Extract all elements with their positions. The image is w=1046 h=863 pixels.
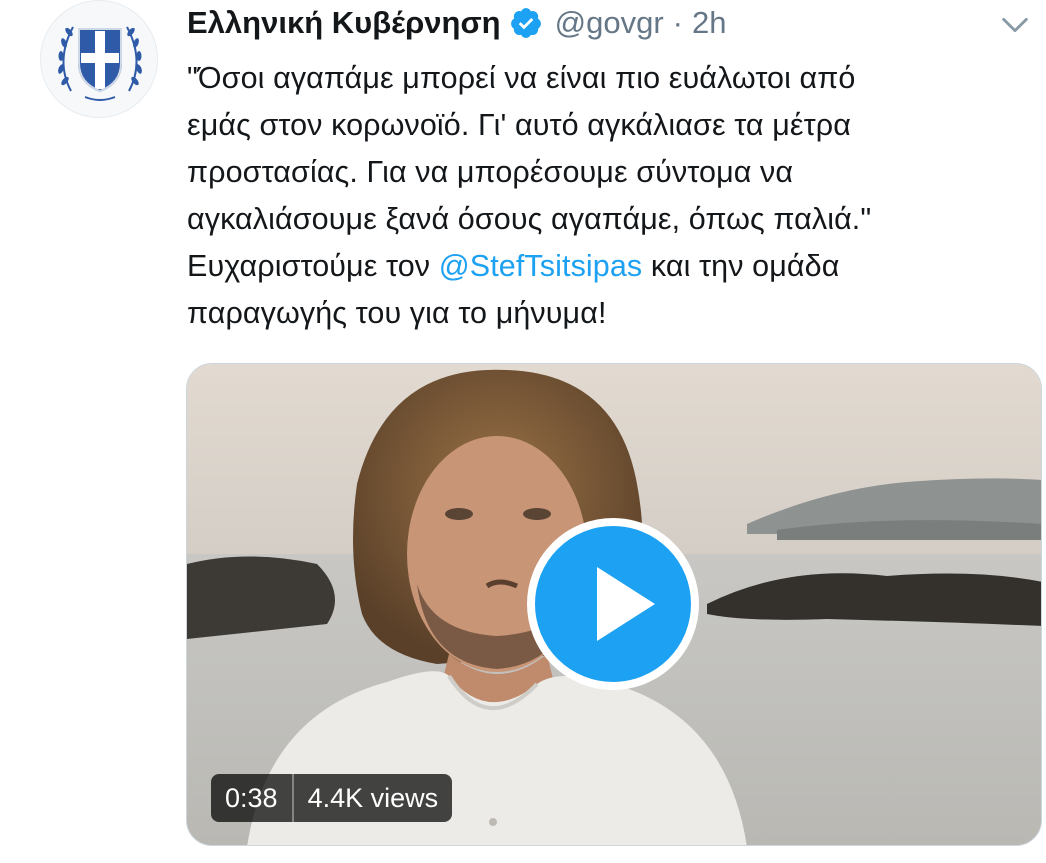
author-handle[interactable]: @govgr — [555, 5, 664, 41]
play-icon — [597, 567, 655, 641]
chevron-down-icon[interactable] — [998, 8, 1032, 42]
author-display-name[interactable]: Ελληνική Κυβέρνηση — [187, 5, 501, 41]
verified-badge-icon — [510, 8, 541, 38]
video-views: 4.4K views — [293, 774, 453, 822]
tweet-text: "Όσοι αγαπάμε μπορεί να είναι πιο ευάλωτ… — [187, 55, 1037, 337]
separator-dot: · — [672, 5, 683, 40]
tweet-text-line: προστασίας. Για να μπορέσουμε σύντομα να — [187, 155, 794, 189]
video-duration: 0:38 — [211, 774, 294, 822]
tweet-text-line: "Όσοι αγαπάμε μπορεί να είναι πιο ευάλωτ… — [187, 61, 856, 95]
tweet-text-line: παραγωγής του για το μήνυμα! — [187, 296, 607, 330]
greek-coat-of-arms-icon — [58, 26, 142, 101]
tweet-text-fragment: Ευχαριστούμε τον — [187, 249, 439, 283]
tweet[interactable]: Ελληνική Κυβέρνηση @govgr · 2h "Όσοι αγα… — [0, 0, 1046, 863]
tweet-timestamp[interactable]: 2h — [692, 5, 726, 41]
video-player[interactable]: 0:38 4.4K views — [186, 363, 1042, 846]
avatar[interactable] — [40, 0, 158, 118]
tweet-text-line: αγκαλιάσουμε ξανά όσους αγαπάμε, όπως πα… — [187, 202, 872, 236]
tweet-text-line: Ευχαριστούμε τον @StefTsitsipas και την … — [187, 243, 1037, 290]
tweet-text-fragment: και την ομάδα — [642, 249, 840, 283]
video-info-overlay: 0:38 4.4K views — [211, 774, 453, 822]
mention-link[interactable]: @StefTsitsipas — [439, 249, 643, 283]
play-button[interactable] — [527, 518, 699, 690]
tweet-header: Ελληνική Κυβέρνηση @govgr · 2h — [187, 0, 726, 46]
tweet-text-line: εμάς στον κορωνοϊό. Γι' αυτό αγκάλιασε τ… — [187, 108, 851, 142]
